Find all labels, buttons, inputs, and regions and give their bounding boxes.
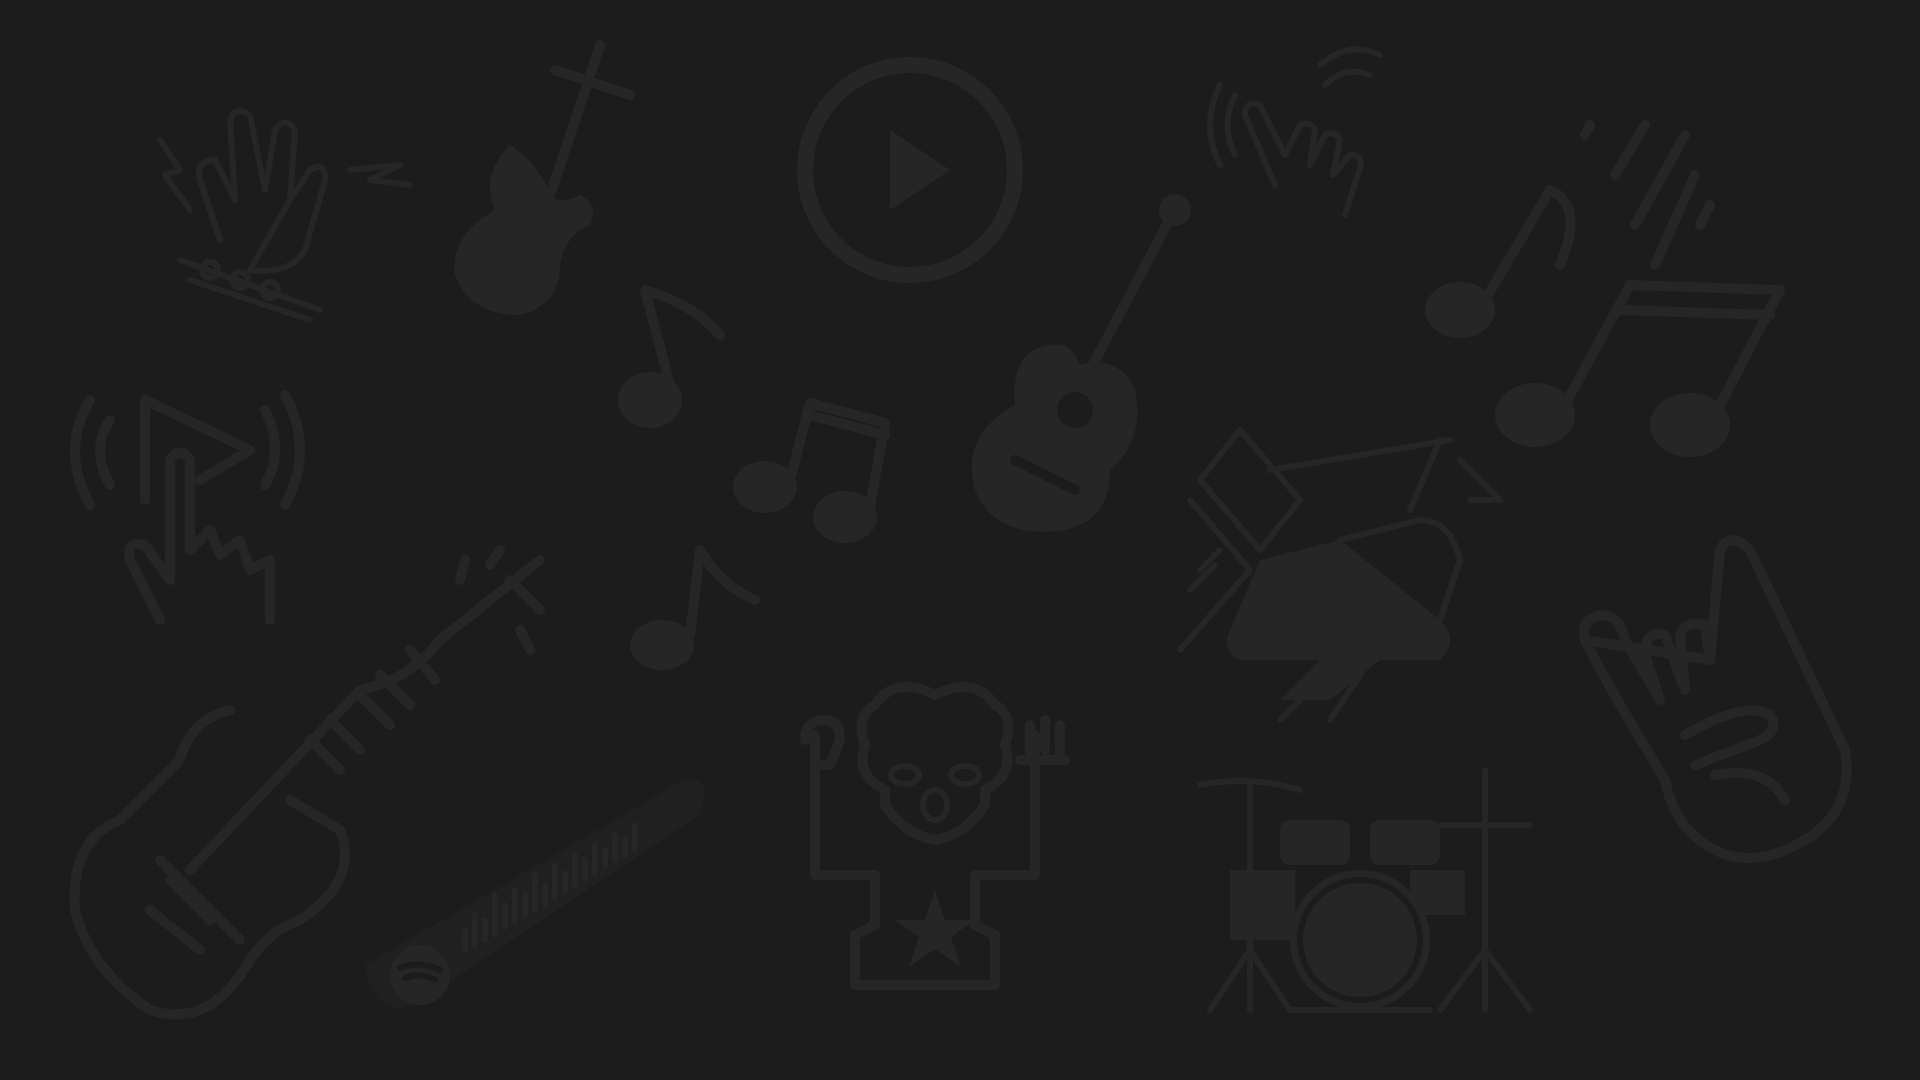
drum-kit-icon xyxy=(1190,767,1550,1020)
tap-hand-with-signal-icon xyxy=(1205,35,1435,245)
spotify-soundwave-icon xyxy=(355,765,715,1015)
music-wallpaper xyxy=(0,0,1920,1080)
rock-singer-icon xyxy=(775,675,1095,995)
eighth-note-icon xyxy=(630,545,760,675)
grand-piano-icon xyxy=(1160,420,1580,723)
electric-guitar-icon xyxy=(440,35,640,335)
beamed-notes-icon xyxy=(730,395,900,545)
rock-hand-with-lightning-icon xyxy=(140,60,420,323)
eighth-note-icon xyxy=(615,285,725,430)
rock-horns-hand-icon xyxy=(1565,530,1875,870)
